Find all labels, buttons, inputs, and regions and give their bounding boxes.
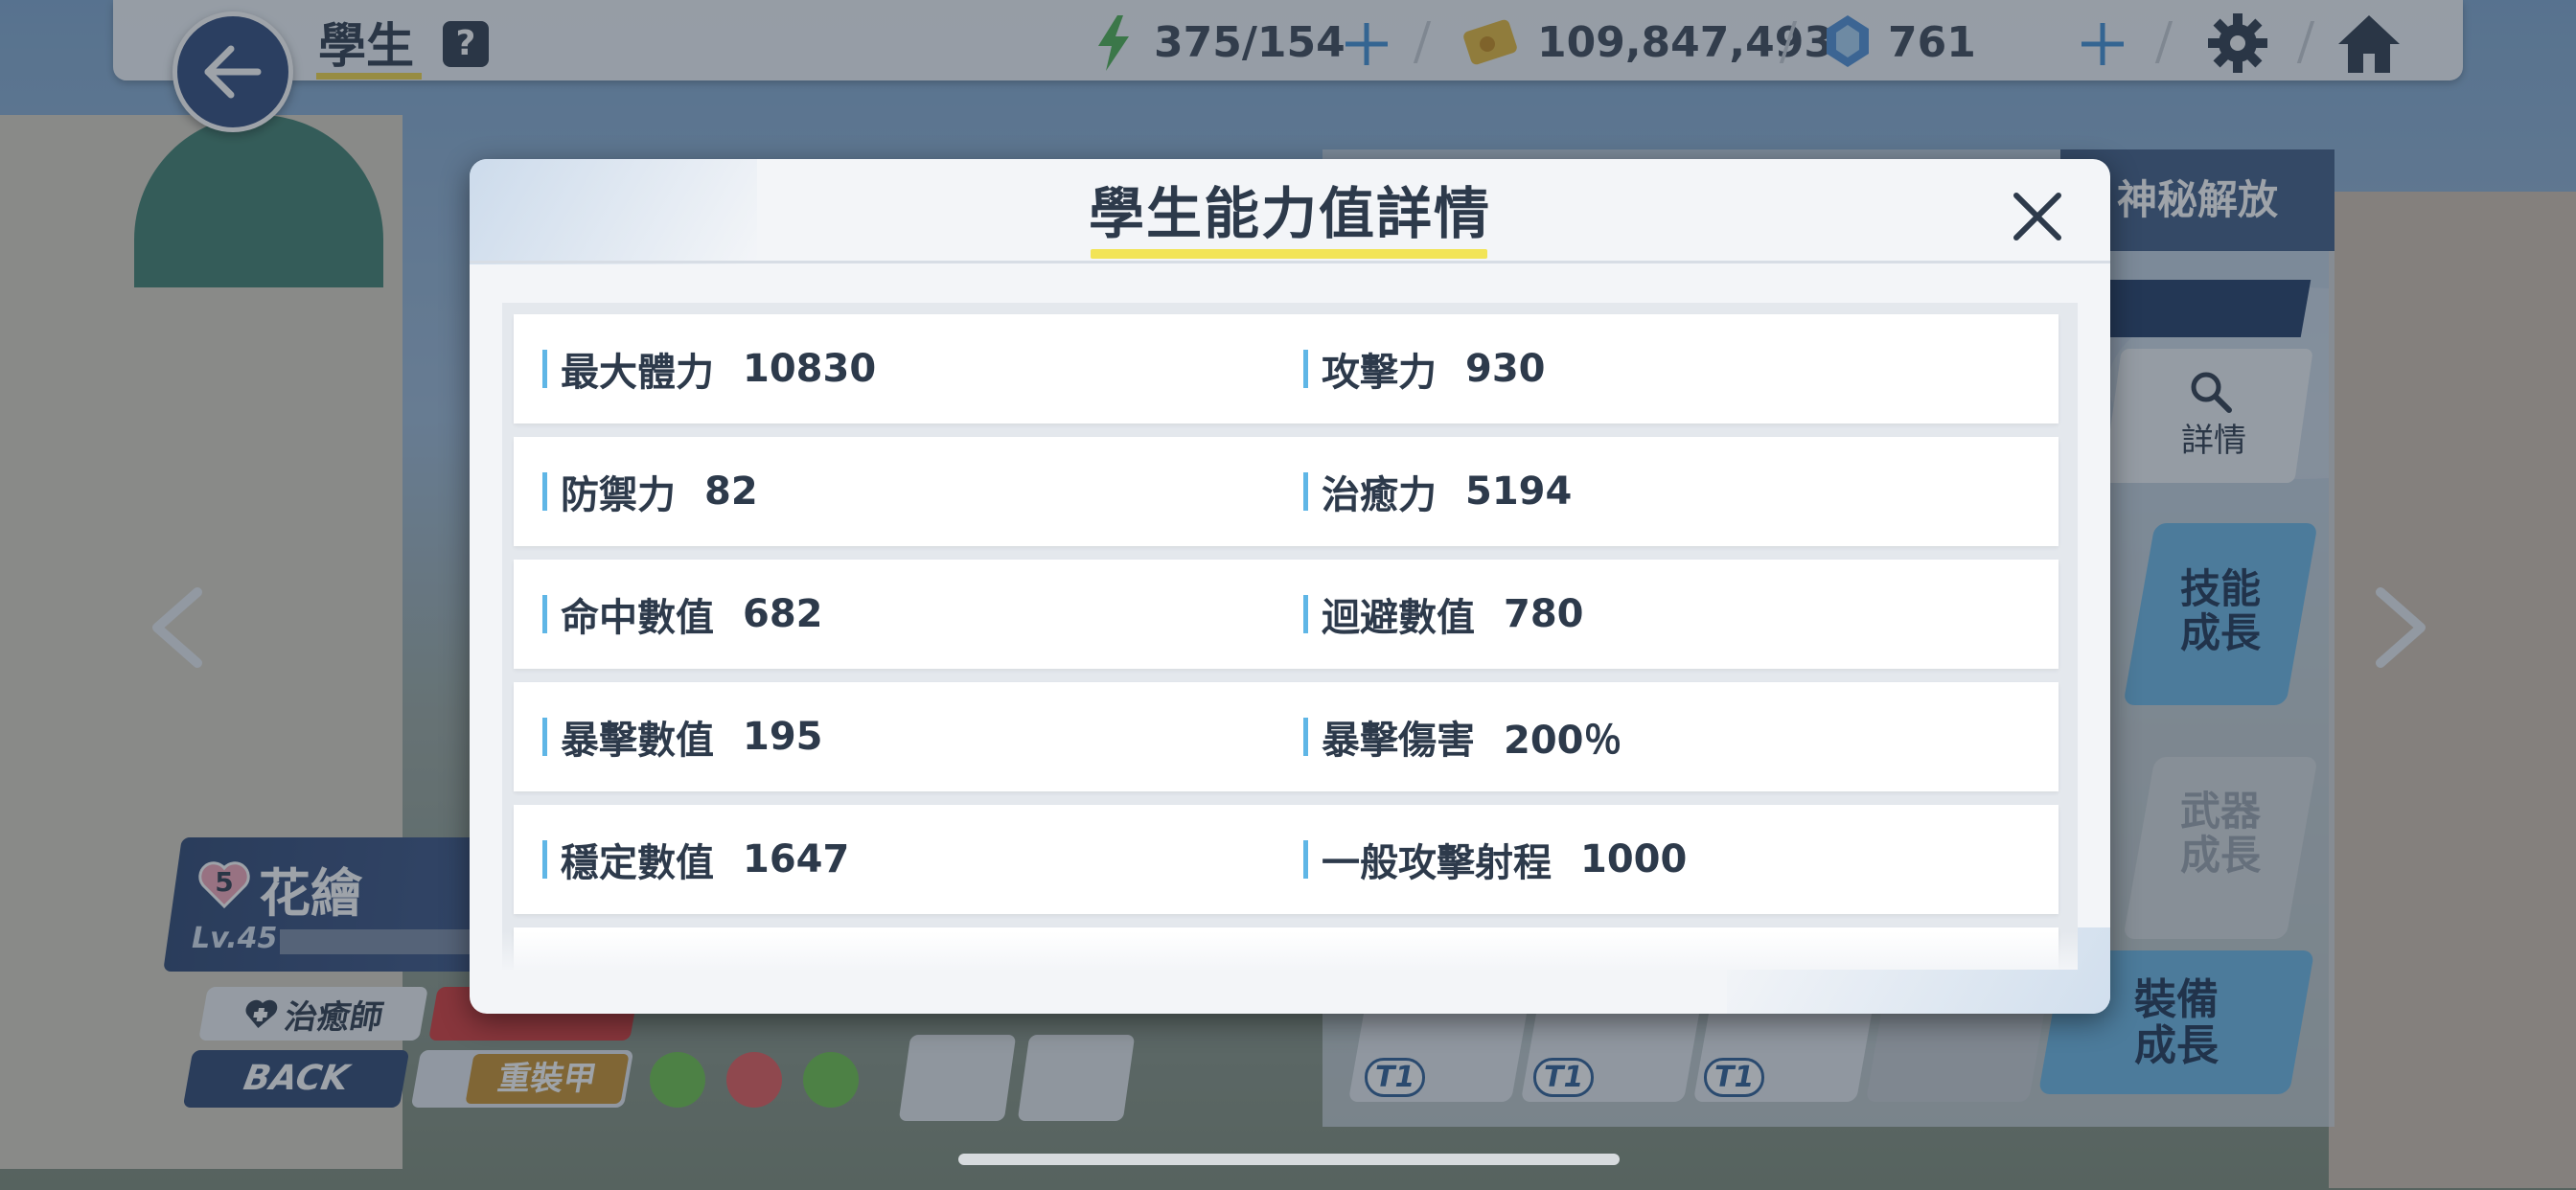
stat-crit-rate: 暴擊數值 195 [542,682,823,791]
stat-row: 穩定數值 1647 一般攻擊射程 1000 [514,805,2058,914]
stat-value: 200％ [1504,719,1622,763]
close-icon[interactable] [2003,182,2072,251]
stat-value: 5194 [1465,469,1573,514]
stat-value: 930 [1465,347,1546,391]
stat-crit-damage: 暴擊傷害 200％ [1303,682,1622,791]
modal-title: 學生能力值詳情 [1088,181,1491,246]
stat-accuracy: 命中數值 682 [542,560,823,669]
stat-defense: 防禦力 82 [542,437,758,546]
stat-label: 命中數值 [561,596,714,640]
stats-list[interactable]: 最大體力 10830 攻擊力 930 防禦力 82 治癒力 5194 命中數值 682 迴… [502,303,2078,970]
stat-value: 10830 [743,347,877,391]
stat-stability: 穩定數值 1647 [542,805,849,914]
stat-value: 1647 [743,837,850,881]
stat-row: 暴擊數值 195 暴擊傷害 200％ [514,682,2058,791]
stat-healing: 治癒力 5194 [1303,437,1572,546]
stat-value: 82 [704,469,758,514]
stats-detail-modal: 學生能力值詳情 最大體力 10830 攻擊力 930 防禦力 82 治癒力 5194 命… [470,159,2110,1014]
home-indicator[interactable] [958,1154,1620,1165]
stat-label: 穩定數值 [561,841,714,885]
stat-value: 1000 [1580,837,1688,881]
stat-label: 防禦力 [561,473,676,517]
stat-label: 治癒力 [1322,473,1437,517]
stat-label: 迴避數值 [1322,596,1475,640]
stat-row: 最大體力 10830 攻擊力 930 [514,314,2058,423]
stat-value: 682 [743,592,823,636]
stat-label: 暴擊傷害 [1322,719,1475,763]
stat-value: 780 [1504,592,1584,636]
stat-label: 攻擊力 [1322,351,1437,395]
stat-attack-range: 一般攻擊射程 1000 [1303,805,1687,914]
stat-label: 最大體力 [561,351,714,395]
stat-label: 暴擊數值 [561,719,714,763]
scroll-fade [502,931,2078,970]
modal-title-underline [1091,249,1487,259]
stat-value: 195 [743,715,823,759]
modal-header-divider [470,261,2110,263]
stat-max-hp: 最大體力 10830 [542,314,876,423]
stat-row: 防禦力 82 治癒力 5194 [514,437,2058,546]
stat-evasion: 迴避數值 780 [1303,560,1584,669]
stat-row: 命中數值 682 迴避數值 780 [514,560,2058,669]
stat-label: 一般攻擊射程 [1322,841,1552,885]
stat-attack: 攻擊力 930 [1303,314,1546,423]
